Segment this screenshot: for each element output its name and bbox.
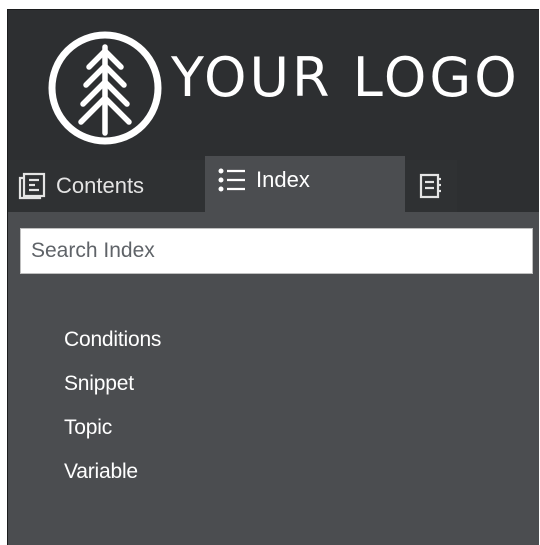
tab-contents-label: Contents xyxy=(56,173,145,198)
list-icon xyxy=(218,167,246,193)
logo-text: YOUR LOGO xyxy=(171,46,520,109)
tree-logo-icon xyxy=(46,29,164,152)
help-navigation-pane: YOUR LOGO Contents Index Search Index Co… xyxy=(7,9,539,545)
search-index-input[interactable] xyxy=(20,228,533,274)
tab-glossary[interactable] xyxy=(405,160,457,212)
index-term[interactable]: Snippet xyxy=(64,362,161,406)
glossary-icon xyxy=(419,173,443,199)
tab-index-label: Index xyxy=(256,167,310,192)
index-term[interactable]: Variable xyxy=(64,450,161,494)
tab-contents[interactable]: Contents xyxy=(8,160,205,212)
index-term[interactable]: Conditions xyxy=(64,318,161,362)
tab-index[interactable]: Index xyxy=(205,156,405,212)
index-panel: Conditions Snippet Topic Variable xyxy=(8,212,539,545)
toc-book-icon xyxy=(18,172,48,200)
index-term-list: Conditions Snippet Topic Variable xyxy=(64,318,161,494)
logo-header: YOUR LOGO xyxy=(8,10,539,156)
index-term[interactable]: Topic xyxy=(64,406,161,450)
tab-bar: Contents Index xyxy=(8,156,539,212)
